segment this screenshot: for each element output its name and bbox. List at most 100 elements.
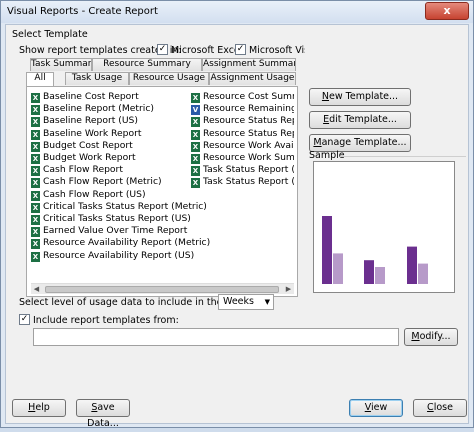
report-template-label: Earned Value Over Time Report [43,225,188,237]
sample-separator [340,156,466,157]
help-button[interactable]: Help [12,399,66,417]
report-template-item[interactable]: X Baseline Work Report [31,128,142,140]
report-template-label: Baseline Report (Metric) [43,103,154,115]
tab-task-usage[interactable]: Task Usage [65,72,129,85]
templates-tab-panel: X Baseline Cost Report X Baseline Report (M… [26,86,298,297]
report-template-item[interactable]: X Cash Flow Report (US) [31,189,146,201]
report-template-label: Cash Flow Report (Metric) [43,176,162,188]
report-template-item[interactable]: X Resource Work Availa [191,140,294,152]
report-template-label: Critical Tasks Status Report (US) [43,213,191,224]
report-template-label: Task Status Report (US [203,176,294,188]
report-template-item[interactable]: X Cash Flow Report [31,164,123,177]
edit-template-button[interactable]: Edit Template... [309,111,411,129]
report-template-item[interactable]: X Baseline Report (Metric) [31,103,154,116]
excel-file-icon: X [31,166,40,177]
report-template-item[interactable]: X Critical Tasks Status Report (Metric) [31,201,207,213]
report-template-item[interactable]: X Resource Status Repo [191,115,294,128]
tab-all[interactable]: All [26,72,54,86]
view-button[interactable]: View [349,399,403,417]
excel-file-icon: X [31,154,40,164]
close-button[interactable]: Close [413,399,467,417]
report-template-item[interactable]: X Resource Status Repo [191,128,294,140]
usage-level-select[interactable]: Weeks ▼ [218,294,274,310]
include-templates-checkbox[interactable]: ✓ [19,314,30,325]
report-template-item[interactable]: X Task Status Report (M [191,164,294,177]
report-template-item[interactable]: XTask Status Report (US [191,176,294,189]
scroll-thumb[interactable] [45,286,279,293]
close-window-button[interactable]: x [425,2,469,20]
excel-file-icon: X [31,215,40,225]
report-template-label: Resource Availability Report (US) [43,249,195,261]
report-template-label: Baseline Work Report [43,127,142,139]
usage-level-value: Weeks [223,296,254,307]
excel-file-icon: X [31,93,40,103]
sample-bar [322,216,332,284]
report-template-item[interactable]: X Budget Work Report [31,152,136,164]
report-template-label: Resource Work Summ [203,152,294,163]
scroll-left-icon[interactable]: ◀ [31,284,42,295]
excel-file-icon: X [31,178,40,189]
report-template-item[interactable]: X Resource Availability Report (Metric) [31,237,211,250]
report-template-item[interactable]: X Budget Cost Report [31,140,133,152]
visio-label: Microsoft Visio [249,45,305,56]
report-template-label: Resource Cost Summ [203,91,294,102]
dialog-body: Select Template Show report templates cr… [5,24,469,429]
modify-button[interactable]: Modify... [404,328,458,346]
report-template-label: Resource Status Repo [203,115,294,127]
excel-checkbox[interactable]: ✓ [157,44,168,55]
report-template-label: Task Status Report (M [203,164,294,176]
sample-bar [418,263,428,284]
excel-file-icon: X [31,141,40,152]
sample-bar [375,267,385,284]
excel-file-icon: X [191,141,200,152]
visio-checkbox[interactable]: ✓ [235,44,246,55]
tab-assignment-usage[interactable]: Assignment Usage [209,72,296,85]
sample-bar [364,260,374,284]
excel-file-icon: X [191,166,200,177]
report-template-item[interactable]: VResource Remaining W [191,103,294,116]
report-template-item[interactable]: X Critical Tasks Status Report (US) [31,213,191,225]
excel-file-icon: X [31,129,40,140]
report-template-item[interactable]: X Baseline Cost Report [31,91,139,103]
report-template-item[interactable]: X Baseline Report (US) [31,115,138,128]
select-template-heading: Select Template [12,29,88,40]
excel-file-icon: X [31,202,40,213]
excel-file-icon: X [191,93,200,103]
visual-reports-dialog: Visual Reports - Create Report x Select … [0,0,474,429]
tab-resource-summary[interactable]: Resource Summary [92,58,202,71]
sample-bar [333,253,343,284]
excel-file-icon: X [31,190,40,201]
report-template-label: Cash Flow Report (US) [43,188,146,200]
include-templates-label: Include report templates from: [33,315,179,326]
scroll-right-icon[interactable]: ▶ [283,284,294,295]
report-template-item[interactable]: X Cash Flow Report (Metric) [31,176,162,189]
report-template-label: Cash Flow Report [43,164,123,176]
excel-label: Microsoft Excel [171,45,243,56]
report-template-label: Resource Remaining W [203,103,294,115]
report-template-item[interactable]: X Earned Value Over Time Report [31,225,188,238]
report-template-label: Resource Availability Report (Metric) [43,237,211,249]
excel-file-icon: X [31,227,40,238]
tab-task-summary[interactable]: Task Summary [30,58,92,71]
report-template-label: Budget Cost Report [43,139,133,151]
report-template-item[interactable]: X Resource Work Summ [191,152,294,164]
excel-file-icon: X [31,105,40,116]
save-data-button[interactable]: Save Data... [76,399,130,429]
templates-path-field[interactable] [33,328,399,346]
new-template-button[interactable]: New Template... [309,88,411,106]
chevron-down-icon: ▼ [264,298,270,306]
excel-file-icon: X [191,178,200,189]
report-template-label: Resource Status Repo [203,127,294,139]
tab-assignment-summary[interactable]: Assignment Summary [202,58,296,71]
excel-file-icon: X [191,129,200,140]
excel-file-icon: X [31,251,40,262]
sample-chart [322,216,428,284]
horizontal-scrollbar[interactable]: ◀ ▶ [31,283,294,294]
tab-resource-usage[interactable]: Resource Usage [129,72,209,85]
report-template-item[interactable]: X Resource Cost Summ [191,91,294,103]
visio-file-icon: V [191,105,200,116]
report-template-label: Resource Work Availa [203,139,294,151]
report-template-label: Critical Tasks Status Report (Metric) [43,200,207,212]
report-template-item[interactable]: X Resource Availability Report (US) [31,250,194,262]
report-template-list[interactable]: X Baseline Cost Report X Baseline Report (M… [31,91,294,281]
